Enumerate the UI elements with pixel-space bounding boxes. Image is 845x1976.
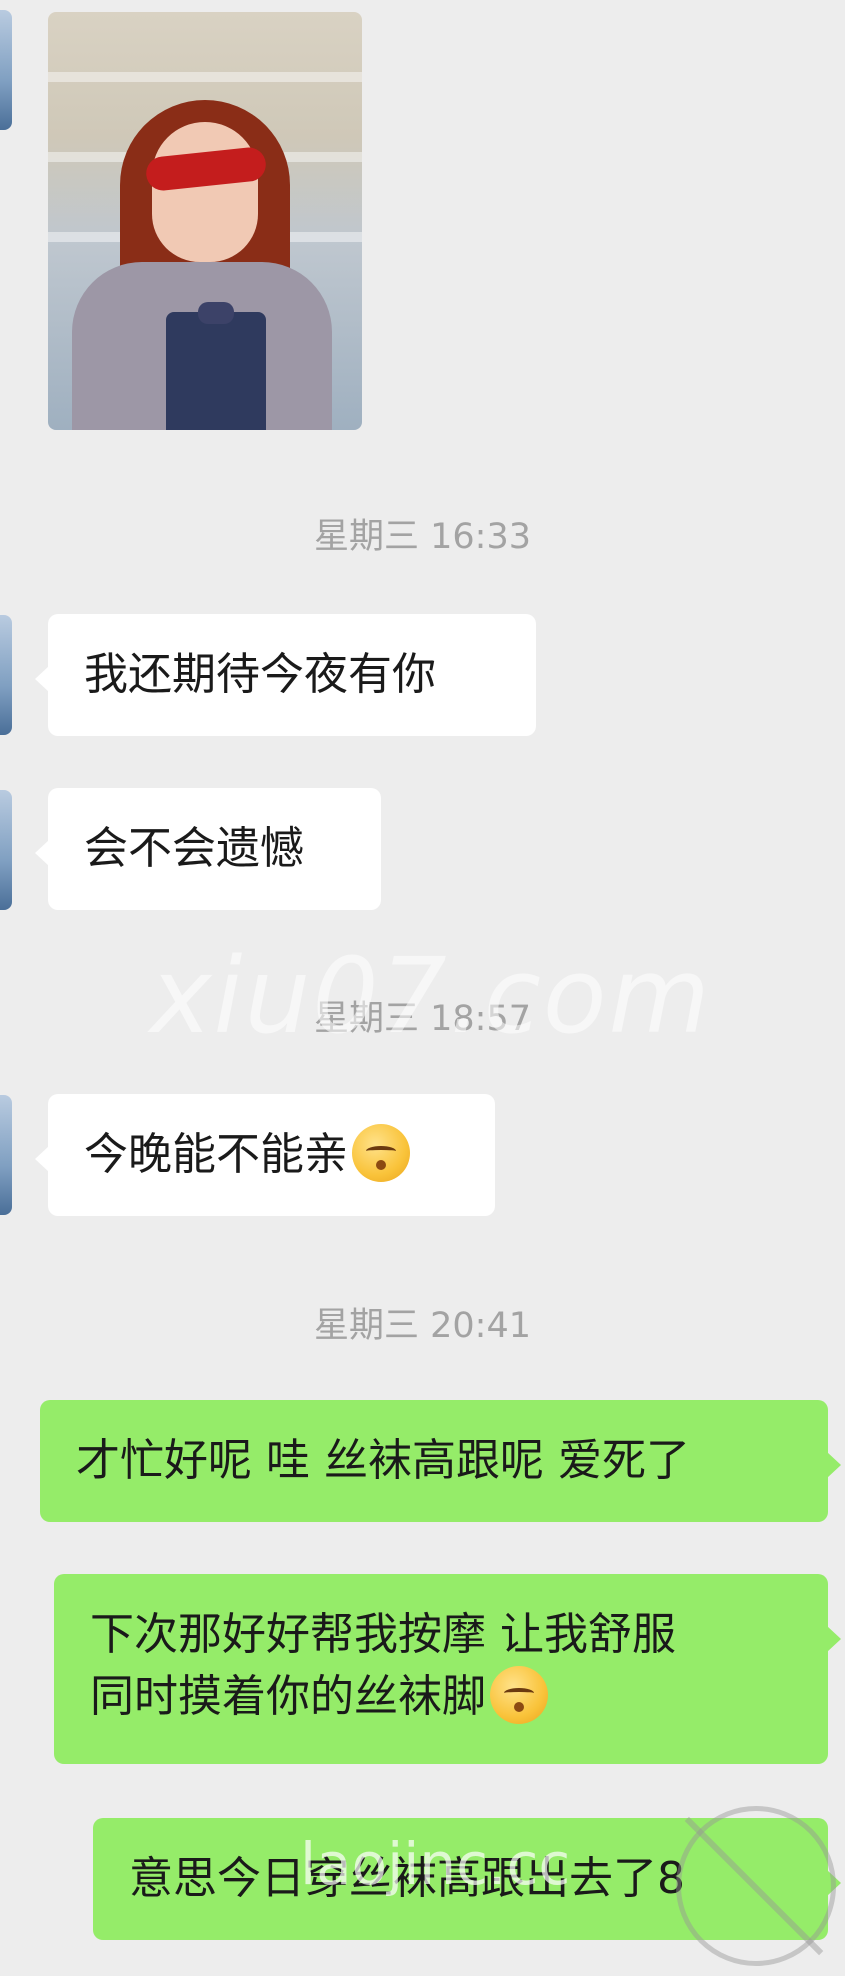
watermark: laojinc.cc	[300, 1830, 571, 1898]
message-text: 今晚能不能亲	[84, 1129, 348, 1180]
incoming-message[interactable]: 我还期待今夜有你	[35, 614, 536, 736]
message-text-line-2: 同时摸着你的丝袜脚	[90, 1666, 792, 1728]
watermark: xiu07.com	[150, 935, 712, 1057]
timestamp: 星期三 20:41	[314, 1306, 531, 1346]
message-text: 才忙好呢 哇 丝袜高跟呢 爱死了	[76, 1435, 690, 1486]
incoming-message[interactable]: 会不会遗憾	[35, 788, 381, 910]
contact-avatar[interactable]	[0, 790, 12, 910]
message-text: 我还期待今夜有你	[84, 649, 436, 700]
message-text: 会不会遗憾	[84, 823, 304, 874]
kissing-face-emoji-icon	[352, 1124, 410, 1182]
contact-avatar[interactable]	[0, 1095, 12, 1215]
outgoing-message[interactable]: 才忙好呢 哇 丝袜高跟呢 爱死了	[40, 1400, 841, 1522]
timestamp: 星期三 16:33	[314, 517, 531, 557]
photo-face	[152, 122, 258, 262]
outgoing-message[interactable]: 下次那好好帮我按摩 让我舒服 同时摸着你的丝袜脚	[54, 1574, 841, 1764]
contact-avatar[interactable]	[0, 615, 12, 735]
incoming-message[interactable]: 今晚能不能亲	[35, 1094, 495, 1216]
hand-over-mouth-emoji-icon	[490, 1666, 548, 1724]
message-text-line-1: 下次那好好帮我按摩 让我舒服	[90, 1609, 676, 1660]
contact-avatar[interactable]	[0, 10, 12, 130]
photo-dress	[166, 312, 266, 430]
watermark-stamp-icon	[676, 1806, 836, 1966]
photo-bow	[198, 302, 234, 324]
photo-message[interactable]	[48, 12, 362, 430]
